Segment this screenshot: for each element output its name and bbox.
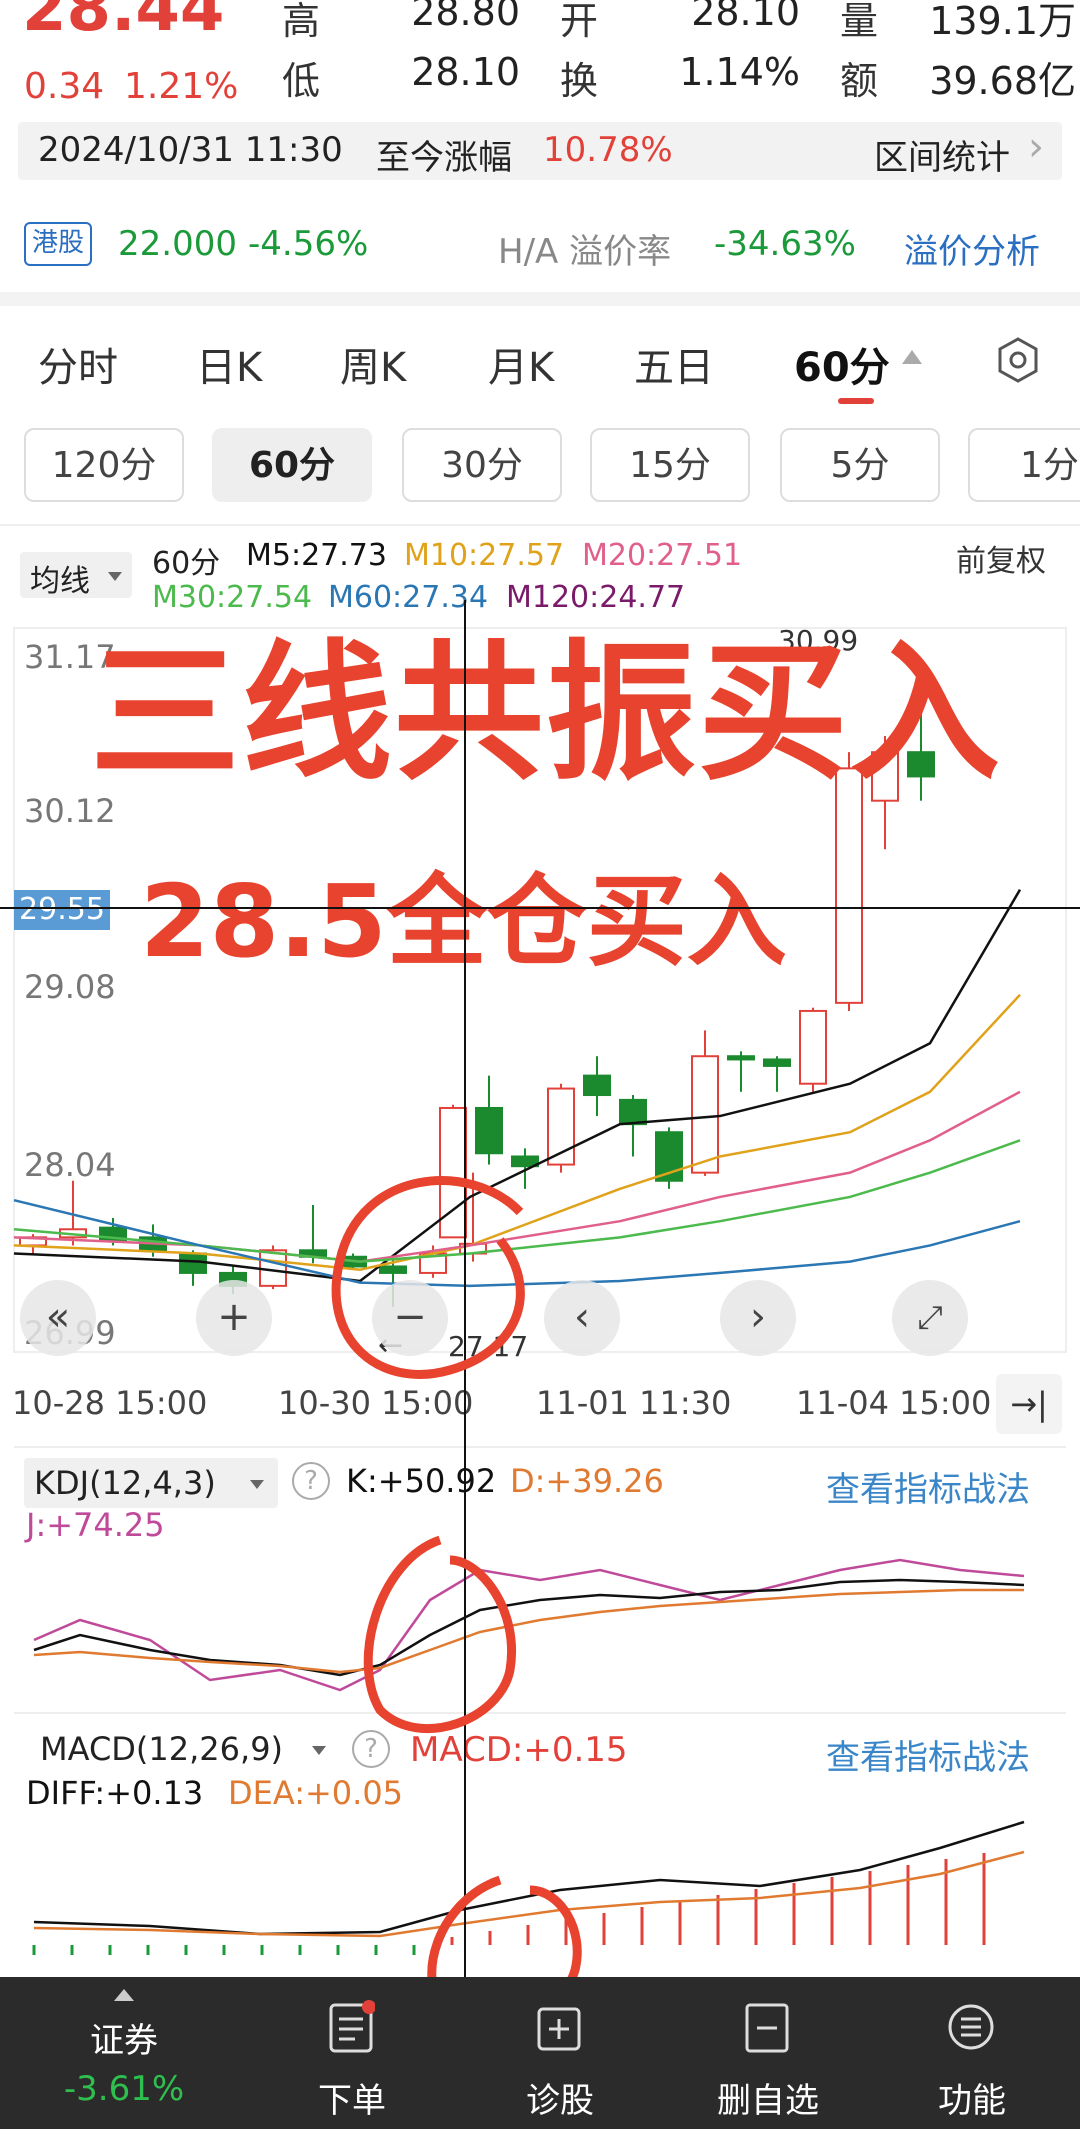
quote-header: 28.44 0.34 1.21% 高 28.80 低 28.10 开 28.10…	[0, 0, 1080, 200]
open-value: 28.10	[691, 0, 800, 34]
remove-favorite-icon	[745, 2003, 789, 2053]
amount-value: 39.68亿	[929, 59, 1076, 103]
nav-label: 证券	[90, 2021, 158, 2061]
premium-analysis-link[interactable]: 溢价分析	[904, 224, 1040, 273]
nav-label: 功能	[938, 2081, 1006, 2121]
caret-up-icon	[114, 1989, 134, 2001]
nav-securities-change: -3.61%	[63, 2069, 185, 2109]
adjust-mode[interactable]: 前复权	[956, 536, 1046, 580]
caret-down-icon	[108, 572, 122, 581]
diagnose-icon	[537, 2007, 581, 2051]
caret-up-icon	[902, 350, 922, 364]
ma10: M10:27.57	[404, 538, 565, 573]
tab-month-k[interactable]: 月K	[488, 335, 554, 393]
ma-period: 60分	[152, 546, 221, 581]
low-value: 28.10	[411, 50, 520, 94]
interval-15min[interactable]: 15分	[590, 428, 750, 502]
interval-1min[interactable]: 1分	[968, 428, 1080, 502]
nav-remove-favorite[interactable]: 删自选	[660, 1977, 876, 2129]
nav-label: 下单	[318, 2081, 386, 2121]
hk-share-row[interactable]: 港股 22.000 -4.56% H/A 溢价率 -34.63% 溢价分析	[0, 210, 1080, 280]
hk-change: -4.56%	[248, 224, 369, 264]
ma5: M5:27.73	[246, 538, 387, 573]
nav-label: 删自选	[717, 2081, 819, 2121]
nav-diagnose[interactable]: 诊股	[452, 1977, 668, 2129]
high-value: 28.80	[411, 0, 520, 34]
price-change-pct: 1.21%	[124, 66, 239, 107]
interval-120min[interactable]: 120分	[24, 428, 184, 502]
high-label: 高	[282, 0, 321, 43]
tab-60min[interactable]: 60分	[794, 335, 890, 393]
active-tab-indicator	[838, 398, 874, 404]
chevron-right-icon: ›	[1028, 124, 1044, 170]
amount-label: 额	[840, 59, 879, 103]
nav-functions[interactable]: 功能	[864, 1977, 1080, 2129]
circle-mark	[363, 1535, 516, 1733]
range-datetime: 2024/10/31 11:30	[38, 130, 343, 170]
nav-securities[interactable]: 证券 -3.61%	[16, 1977, 232, 2129]
annotation-overlay	[0, 600, 1080, 1977]
premium-label: H/A 溢价率	[498, 232, 672, 272]
nav-order[interactable]: 下单	[244, 1977, 460, 2129]
range-stats-link[interactable]: 区间统计	[874, 130, 1010, 179]
interval-60min[interactable]: 60分	[212, 428, 372, 502]
order-icon	[329, 2000, 375, 2053]
since-label: 至今涨幅	[376, 138, 512, 178]
price-change: 0.34	[24, 66, 105, 107]
circle-mark	[331, 1176, 525, 1379]
current-price: 28.44	[22, 0, 225, 46]
interval-5min[interactable]: 5分	[780, 428, 940, 502]
hk-price: 22.000	[118, 224, 237, 264]
settings-hexagon-icon[interactable]	[994, 336, 1042, 384]
since-value: 10.78%	[543, 130, 673, 170]
tab-five-day[interactable]: 五日	[634, 335, 714, 393]
low-label: 低	[282, 59, 321, 103]
turnover-label: 换	[560, 59, 599, 103]
premium-value: -34.63%	[714, 224, 856, 264]
bottom-nav: 证券 -3.61% 下单 诊股 删自选 功能	[0, 1977, 1080, 2129]
range-stats-row[interactable]: 2024/10/31 11:30 至今涨幅 10.78% 区间统计 ›	[18, 122, 1062, 180]
volume-label: 量	[840, 0, 879, 43]
open-label: 开	[560, 0, 599, 43]
circle-mark	[427, 1875, 582, 1977]
hk-tag: 港股	[24, 222, 92, 266]
turnover-value: 1.14%	[679, 50, 800, 94]
menu-icon	[948, 2004, 994, 2050]
ma20: M20:27.51	[582, 538, 743, 573]
divider	[0, 524, 1080, 526]
tab-week-k[interactable]: 周K	[340, 335, 406, 393]
divider	[0, 292, 1080, 306]
tab-timeshare[interactable]: 分时	[38, 335, 118, 393]
nav-label: 诊股	[526, 2081, 594, 2121]
ma-selector-label: 均线	[30, 564, 90, 599]
tab-day-k[interactable]: 日K	[196, 335, 262, 393]
interval-30min[interactable]: 30分	[402, 428, 562, 502]
volume-value: 139.1万	[929, 0, 1076, 43]
